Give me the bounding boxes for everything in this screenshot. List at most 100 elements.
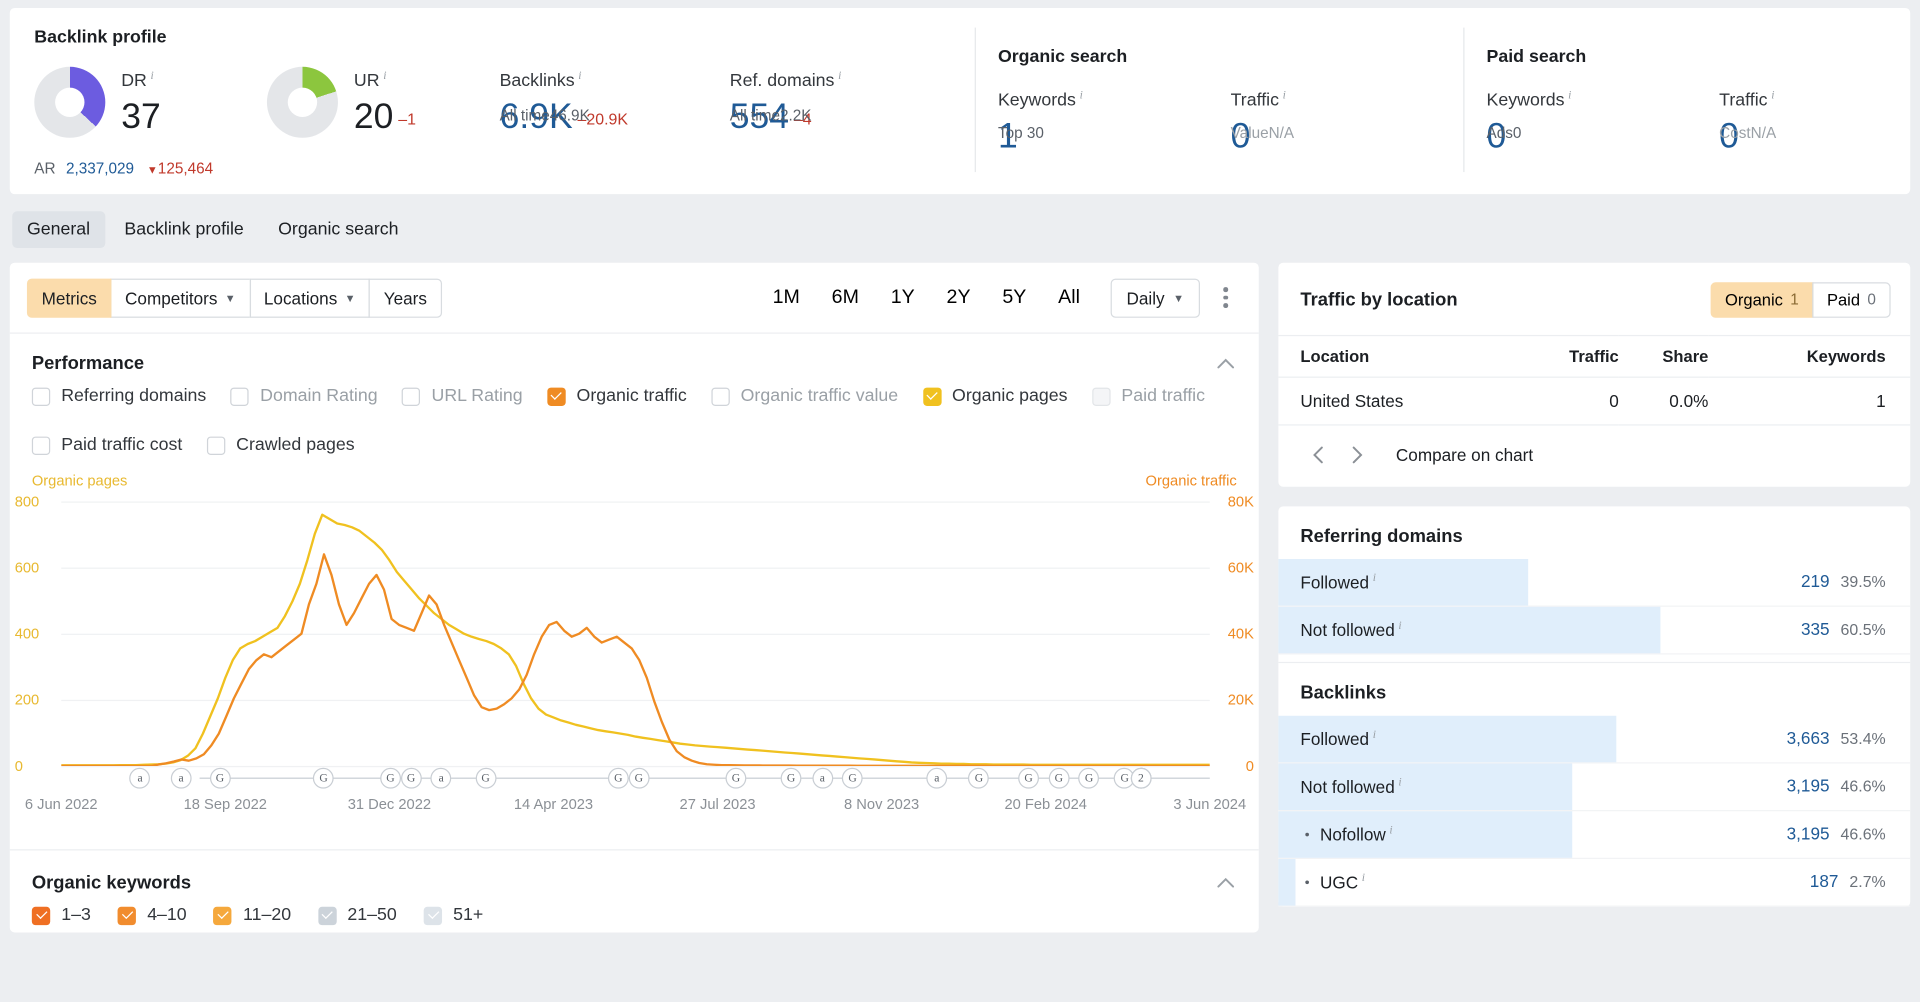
metric-checkbox-organic-pages[interactable]: Organic pages (922, 386, 1068, 406)
chart-event-marker[interactable]: G (475, 767, 496, 789)
table-row[interactable]: United States 0 0.0% 1 (1278, 377, 1911, 426)
organic-keywords-bucket-row: 1–3 4–10 11–20 21–50 51+ (10, 906, 1259, 933)
chart-event-marker[interactable]: G (1048, 767, 1070, 789)
collapse-organic-keywords-button[interactable] (1212, 874, 1239, 892)
chart-event-marker[interactable]: G (968, 767, 990, 789)
metric-checkbox-crawled-pages[interactable]: Crawled pages (206, 435, 355, 455)
chart-event-marker[interactable]: a (926, 767, 948, 789)
metric-checkbox-paid-traffic-cost[interactable]: Paid traffic cost (31, 435, 182, 455)
info-icon[interactable]: i (1362, 873, 1365, 885)
column-header-keywords[interactable]: Keywords (1708, 334, 1911, 378)
chart-event-marker[interactable]: G (607, 767, 629, 789)
breakdown-row[interactable]: UGC i 187 2.7% (1278, 859, 1911, 907)
more-options-button[interactable] (1210, 287, 1242, 308)
referring-domains-title: Referring domains (1300, 525, 1463, 547)
chart-event-marker[interactable]: a (811, 767, 833, 789)
metric-checkbox-domain-rating[interactable]: Domain Rating (230, 386, 378, 406)
granularity-dropdown[interactable]: Daily ▼ (1110, 278, 1201, 318)
toggle-paid[interactable]: Paid 0 (1812, 282, 1891, 318)
tab-backlink-profile[interactable]: Backlink profile (110, 211, 259, 248)
range-button-5y[interactable]: 5Y (986, 280, 1042, 314)
metric-checkbox-paid-traffic[interactable]: Paid traffic (1092, 386, 1205, 406)
keyword-bucket-1-3[interactable]: 1–3 (31, 906, 91, 925)
organic-search-title: Organic search (997, 47, 1128, 67)
keyword-bucket-21-50[interactable]: 21–50 (318, 906, 397, 925)
info-icon[interactable]: i (1373, 573, 1376, 585)
breakdown-row[interactable]: Nofollow i 3,195 46.6% (1278, 811, 1911, 860)
breakdown-label: UGC (1320, 872, 1359, 893)
range-button-1m[interactable]: 1M (757, 280, 816, 314)
breakdown-value[interactable]: 3,195 (1787, 776, 1830, 796)
tab-general[interactable]: General (12, 211, 105, 249)
competitors-button[interactable]: Competitors ▼ (110, 278, 251, 318)
info-icon[interactable]: i (838, 70, 841, 82)
metric-checkbox-referring-domains[interactable]: Referring domains (31, 386, 206, 406)
ahrefs-rank-row: AR 2,337,029 ▼125,464 (34, 159, 214, 177)
chart-event-marker[interactable]: G (725, 767, 747, 789)
toggle-organic[interactable]: Organic 1 (1710, 282, 1814, 318)
keyword-bucket-4-10[interactable]: 4–10 (117, 906, 187, 925)
chart-event-marker[interactable]: G (628, 767, 650, 789)
chart-event-marker[interactable]: G (1018, 767, 1039, 789)
info-icon[interactable]: i (1373, 730, 1376, 742)
range-button-all[interactable]: All (1042, 280, 1096, 314)
breakdown-row[interactable]: Followed i 219 39.5% (1278, 559, 1911, 607)
metrics-button[interactable]: Metrics (26, 278, 112, 318)
breakdown-value[interactable]: 3,663 (1787, 728, 1830, 748)
info-icon[interactable]: i (383, 70, 386, 82)
column-header-traffic[interactable]: Traffic (1522, 334, 1619, 378)
range-button-6m[interactable]: 6M (816, 280, 875, 314)
chart-event-marker[interactable]: a (129, 767, 151, 789)
next-page-button[interactable] (1340, 439, 1374, 471)
keyword-bucket-label: 11–20 (243, 905, 292, 926)
info-icon[interactable]: i (1080, 90, 1083, 102)
keyword-bucket-11-20[interactable]: 11–20 (213, 905, 292, 926)
years-button[interactable]: Years (369, 278, 442, 318)
checkbox-icon (31, 386, 51, 406)
info-icon[interactable]: i (1568, 90, 1571, 102)
info-icon[interactable]: i (151, 70, 154, 82)
chart-event-marker[interactable]: G (780, 767, 802, 789)
range-button-1y[interactable]: 1Y (875, 280, 931, 314)
column-header-share[interactable]: Share (1618, 334, 1709, 378)
traffic-by-location-header: Traffic by location Organic 1 Paid 0 (1278, 263, 1910, 335)
info-icon[interactable]: i (1771, 90, 1774, 102)
metric-checkbox-url-rating[interactable]: URL Rating (402, 386, 523, 406)
chart-event-marker[interactable]: a (430, 767, 452, 789)
column-header-location[interactable]: Location (1278, 334, 1523, 378)
chart-event-marker[interactable]: a (170, 767, 192, 789)
chart-event-marker[interactable]: G (400, 767, 422, 789)
info-icon[interactable]: i (578, 70, 581, 82)
breakdown-value[interactable]: 219 (1801, 571, 1830, 591)
metric-checkbox-organic-traffic-value[interactable]: Organic traffic value (711, 386, 898, 406)
info-icon[interactable]: i (1398, 777, 1401, 789)
breakdown-value[interactable]: 335 (1801, 619, 1830, 639)
breakdown-value[interactable]: 187 (1810, 871, 1839, 891)
checkbox-icon (547, 386, 566, 406)
range-button-2y[interactable]: 2Y (931, 280, 987, 314)
breakdown-row[interactable]: Not followed i 3,195 46.6% (1278, 763, 1911, 812)
keyword-bucket-51+[interactable]: 51+ (423, 906, 483, 925)
prev-page-button[interactable] (1300, 439, 1334, 471)
info-icon[interactable]: i (1283, 90, 1286, 102)
chart-event-marker[interactable]: G (313, 767, 334, 789)
locations-button[interactable]: Locations ▼ (249, 278, 371, 318)
breakdown-row[interactable]: Followed i 3,663 53.4% (1278, 715, 1911, 764)
chart-event-marker[interactable]: G (1078, 767, 1100, 789)
checkbox-icon (922, 386, 942, 406)
chart-event-marker[interactable]: G (380, 767, 401, 789)
breakdown-value[interactable]: 3,195 (1787, 824, 1830, 844)
tab-organic-search[interactable]: Organic search (263, 211, 413, 248)
chart-event-marker[interactable]: G (842, 767, 864, 789)
breakdown-row[interactable]: Not followed i 335 60.5% (1278, 606, 1911, 655)
compare-on-chart-link[interactable]: Compare on chart (1396, 445, 1533, 465)
metric-checkbox-organic-traffic[interactable]: Organic traffic (547, 386, 687, 406)
collapse-performance-button[interactable] (1212, 355, 1239, 373)
toggle-count: 0 (1867, 290, 1876, 309)
ahrefs-rank-value[interactable]: 2,337,029 (66, 160, 134, 177)
info-icon[interactable]: i (1389, 825, 1392, 837)
chart-event-marker[interactable]: G (209, 767, 231, 789)
chart-event-marker[interactable]: 2 (1130, 767, 1152, 789)
chart-plot-area[interactable]: aaGGGGaGGGGGaGaGGGGGGa2 (61, 501, 1210, 789)
info-icon[interactable]: i (1398, 621, 1401, 633)
